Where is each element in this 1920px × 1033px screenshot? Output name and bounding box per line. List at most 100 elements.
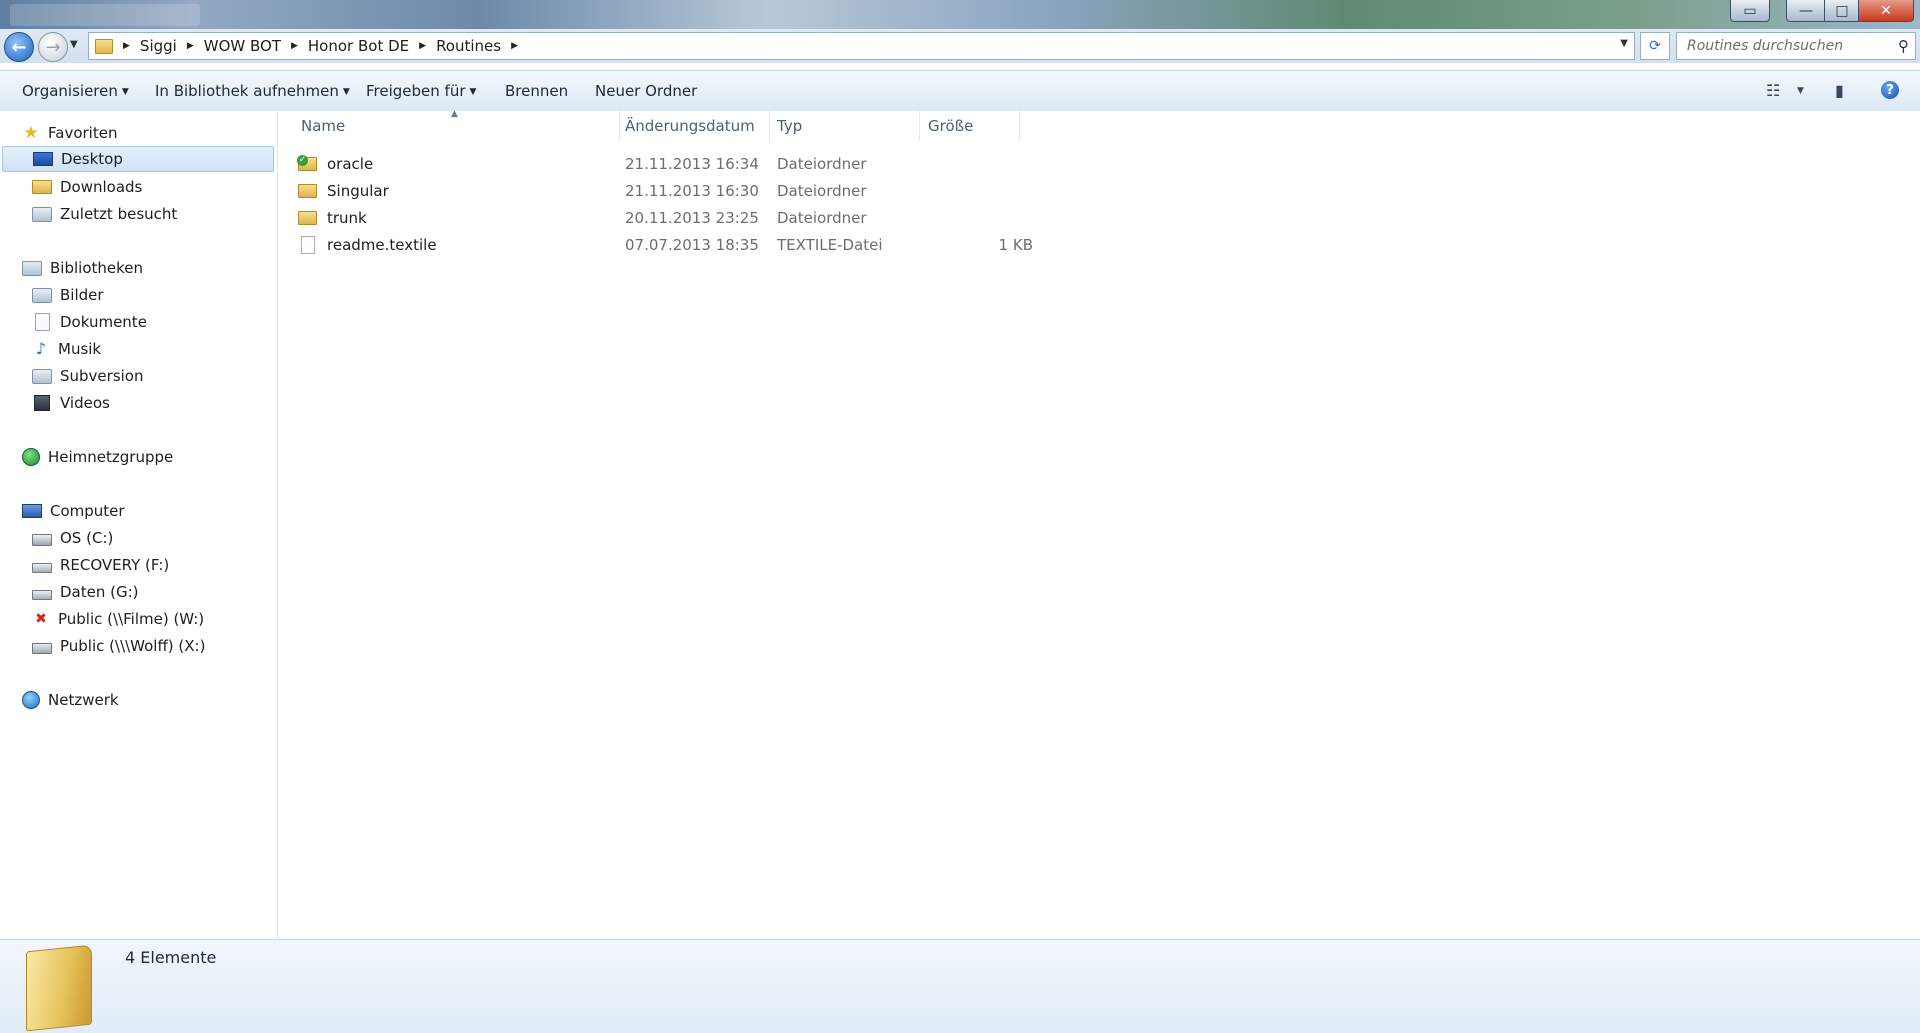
preview-pane-button[interactable]: ▮ <box>1835 81 1844 100</box>
nav-libraries[interactable]: Bibliotheken <box>22 255 143 281</box>
file-row[interactable]: oracle 21.11.2013 16:34 Dateiordner <box>297 151 1298 177</box>
breadcrumb-siggi[interactable]: Siggi <box>140 37 177 55</box>
pictures-library-icon <box>32 287 52 303</box>
nav-drive-c[interactable]: OS (C:) <box>32 525 113 551</box>
nav-music[interactable]: ♪ Musik <box>32 336 101 362</box>
file-type: Dateiordner <box>777 209 867 227</box>
back-button[interactable]: ← <box>4 32 34 62</box>
nav-drive-f[interactable]: RECOVERY (F:) <box>32 552 169 578</box>
nav-videos-label: Videos <box>60 394 110 412</box>
nav-desktop-label: Desktop <box>61 150 123 168</box>
nav-homegroup-label: Heimnetzgruppe <box>48 448 174 466</box>
nav-pictures[interactable]: Bilder <box>32 282 104 308</box>
history-dropdown[interactable]: ▼ <box>70 39 78 50</box>
arrow-left-icon: ← <box>11 36 27 58</box>
close-button[interactable]: ✕ <box>1858 0 1914 22</box>
breadcrumb-routines[interactable]: Routines <box>436 37 501 55</box>
refresh-icon: ⟳ <box>1649 38 1661 54</box>
nav-recent[interactable]: Zuletzt besucht <box>32 201 177 227</box>
nav-videos[interactable]: Videos <box>32 390 110 416</box>
column-header-size[interactable]: Größe <box>920 111 1020 141</box>
column-header-name[interactable]: ▲ Name <box>278 109 620 141</box>
new-folder-button[interactable]: Neuer Ordner <box>595 82 697 100</box>
nav-pictures-label: Bilder <box>60 286 104 304</box>
share-with-menu[interactable]: Freigeben für ▼ <box>366 82 476 100</box>
column-header-type[interactable]: Typ <box>770 111 920 141</box>
view-options-dropdown[interactable]: ▼ <box>1797 86 1804 96</box>
folder-icon <box>95 38 113 54</box>
file-type: Dateiordner <box>777 155 867 173</box>
breadcrumb-separator-icon[interactable]: ▶ <box>187 41 194 51</box>
folder-icon <box>298 184 317 198</box>
maximize-button[interactable]: □ <box>1824 0 1860 22</box>
file-size <box>923 205 1033 231</box>
nav-downloads[interactable]: Downloads <box>32 174 142 200</box>
sort-ascending-icon: ▲ <box>451 109 458 119</box>
view-list-icon: ☷ <box>1766 81 1781 100</box>
system-drive-icon <box>32 534 52 546</box>
nav-documents[interactable]: Dokumente <box>32 309 147 335</box>
caret-down-icon: ▼ <box>121 86 129 97</box>
caret-down-icon: ▼ <box>342 86 350 97</box>
file-row[interactable]: trunk 20.11.2013 23:25 Dateiordner <box>298 205 1298 231</box>
nav-drive-w-label: Public (\\Filme) (W:) <box>58 610 205 628</box>
breadcrumb-separator-icon[interactable]: ▶ <box>511 41 518 51</box>
help-icon: ? <box>1886 82 1894 98</box>
file-name-cell: oracle <box>297 151 373 177</box>
minimize-button[interactable]: — <box>1786 0 1826 22</box>
organize-label: Organisieren <box>22 82 118 100</box>
column-header-type-label: Typ <box>777 117 803 135</box>
refresh-button[interactable]: ⟳ <box>1640 32 1670 60</box>
item-count: 4 Elemente <box>125 948 217 967</box>
nav-subversion[interactable]: Subversion <box>32 363 144 389</box>
nav-drive-g[interactable]: Daten (G:) <box>32 579 139 605</box>
file-name-cell: Singular <box>298 178 389 204</box>
breadcrumb-honor-bot-de[interactable]: Honor Bot DE <box>308 37 409 55</box>
help-button[interactable]: ? <box>1881 81 1899 99</box>
nav-drive-g-label: Daten (G:) <box>60 583 139 601</box>
address-row: ← → ▼ ▶ Siggi ▶ WOW BOT ▶ Honor Bot DE ▶… <box>0 29 1920 63</box>
nav-homegroup[interactable]: Heimnetzgruppe <box>22 444 173 470</box>
address-bar[interactable]: ▶ Siggi ▶ WOW BOT ▶ Honor Bot DE ▶ Routi… <box>88 32 1635 60</box>
add-to-library-menu[interactable]: In Bibliothek aufnehmen ▼ <box>155 82 350 100</box>
breadcrumb-separator-icon[interactable]: ▶ <box>419 41 426 51</box>
subversion-library-icon <box>32 368 52 384</box>
search-box[interactable]: ⚲ <box>1676 32 1916 60</box>
forward-button[interactable]: → <box>38 32 68 62</box>
search-icon[interactable]: ⚲ <box>1898 37 1909 55</box>
folder-icon <box>298 211 317 225</box>
file-row[interactable]: Singular 21.11.2013 16:30 Dateiordner <box>298 178 1298 204</box>
nav-computer[interactable]: Computer <box>22 498 125 524</box>
file-row[interactable]: readme.textile 07.07.2013 18:35 TEXTILE-… <box>298 232 1298 258</box>
nav-network[interactable]: Netzwerk <box>22 687 119 713</box>
address-dropdown-icon[interactable]: ▼ <box>1620 38 1628 49</box>
drive-icon <box>32 563 52 573</box>
window-switch-button[interactable]: ▭ <box>1730 0 1770 22</box>
breadcrumb-separator-icon[interactable]: ▶ <box>291 41 298 51</box>
caret-down-icon: ▼ <box>469 86 477 97</box>
file-name-cell: trunk <box>298 205 367 231</box>
file-size <box>923 178 1033 204</box>
search-input[interactable] <box>1685 37 1889 55</box>
nav-music-label: Musik <box>58 340 102 358</box>
details-pane: 4 Elemente <box>0 939 1920 1033</box>
burn-button[interactable]: Brennen <box>505 82 568 100</box>
breadcrumb-wow-bot[interactable]: WOW BOT <box>204 37 281 55</box>
column-header-name-label: Name <box>301 117 346 135</box>
desktop-icon <box>33 152 53 166</box>
homegroup-icon <box>22 448 40 466</box>
column-header-date[interactable]: Änderungsdatum <box>620 111 770 141</box>
breadcrumb-separator-icon[interactable]: ▶ <box>123 41 130 51</box>
nav-drive-x-label: Public (\\\Wolff) (X:) <box>60 637 206 655</box>
nav-desktop[interactable]: Desktop <box>2 146 274 172</box>
share-with-label: Freigeben für <box>366 82 466 100</box>
nav-drive-w[interactable]: ✖ Public (\\Filme) (W:) <box>32 606 204 632</box>
navigation-pane: ★ Favoriten Desktop Downloads Zuletzt be… <box>0 111 278 939</box>
large-folder-icon <box>26 944 92 1032</box>
file-name: Singular <box>327 182 389 200</box>
computer-icon <box>22 504 42 518</box>
nav-drive-x[interactable]: Public (\\\Wolff) (X:) <box>32 633 205 659</box>
nav-favorites[interactable]: ★ Favoriten <box>22 120 117 146</box>
change-view-button[interactable]: ☷ <box>1766 81 1780 100</box>
organize-menu[interactable]: Organisieren ▼ <box>22 82 129 100</box>
